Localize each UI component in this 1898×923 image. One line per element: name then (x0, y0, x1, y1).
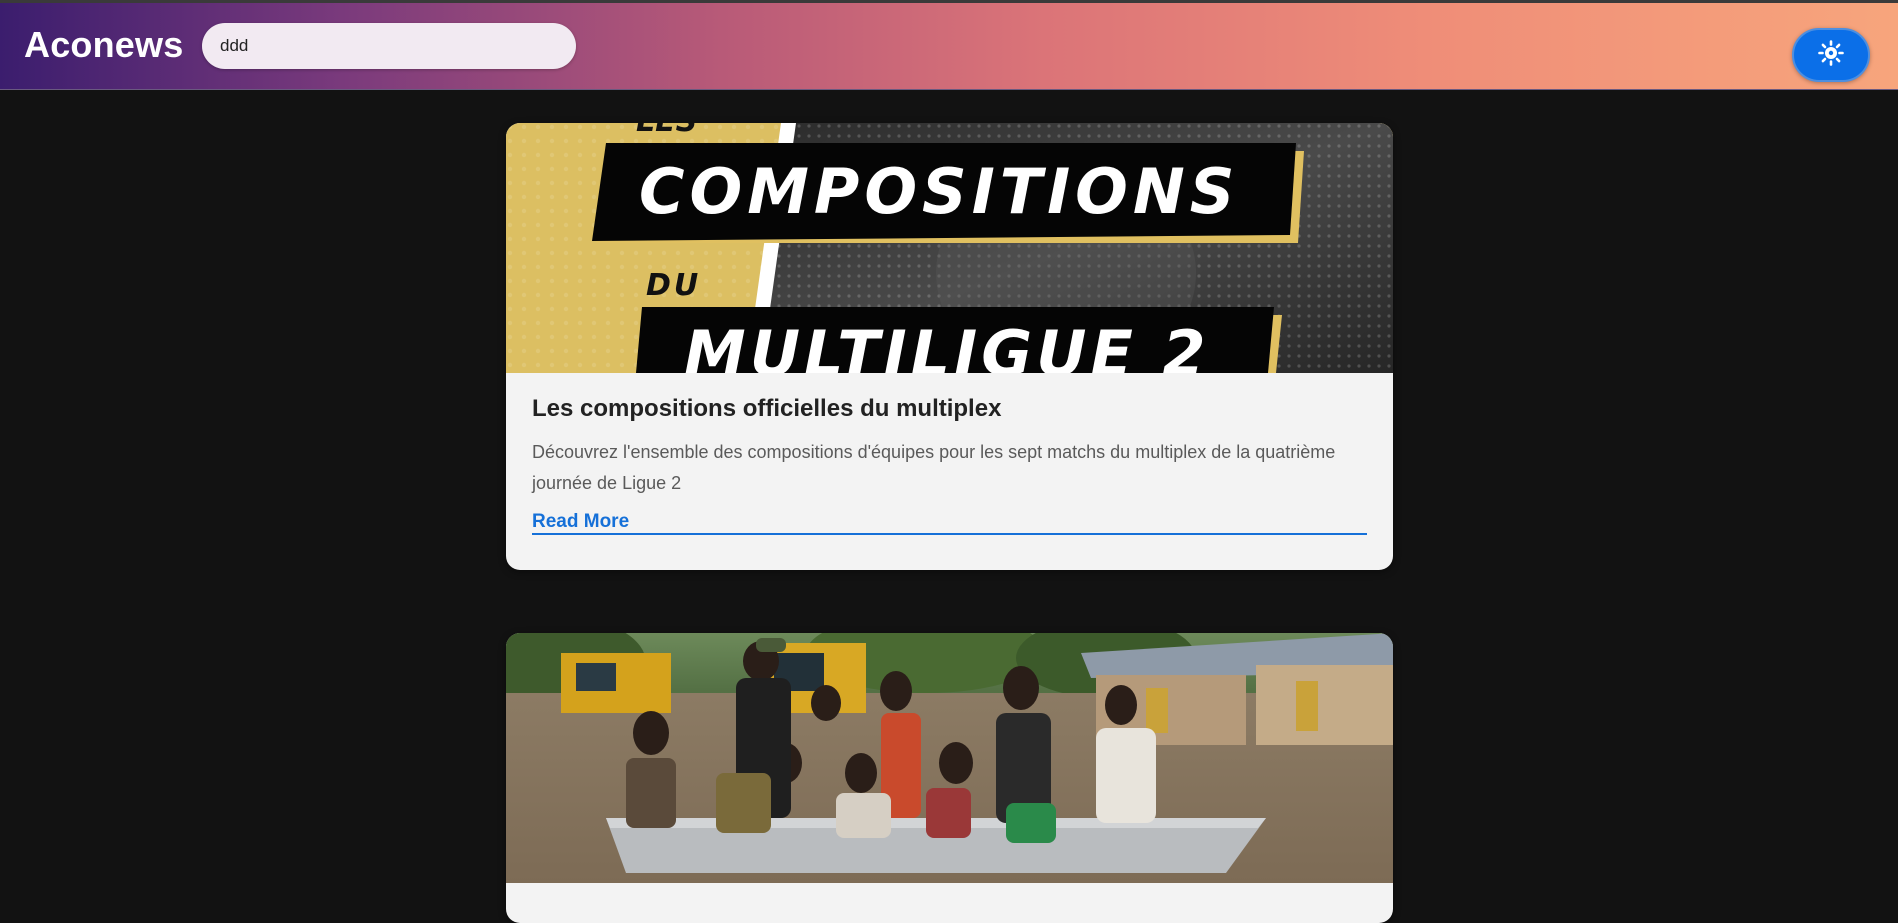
thumb-text-compositions: COMPOSITIONS (639, 155, 1239, 228)
thumb-text-les: LES (636, 123, 697, 139)
app-header: Aconews (0, 3, 1898, 90)
article-image[interactable] (506, 633, 1393, 883)
article-image[interactable]: LES COMPOSITIONS DU MULTILIGUE 2 (506, 123, 1393, 373)
thumb-text-du: DU (646, 268, 701, 303)
article-card (506, 633, 1393, 923)
article-title: Les compositions officielles du multiple… (532, 395, 1002, 422)
theme-toggle-button[interactable] (1792, 28, 1870, 82)
article-description: Découvrez l'ensemble des compositions d'… (532, 442, 1336, 493)
sun-icon (1818, 39, 1844, 71)
article-card: LES COMPOSITIONS DU MULTILIGUE 2 Les com… (506, 123, 1393, 570)
app-logo[interactable]: Aconews (24, 24, 183, 66)
read-more-link[interactable]: Read More (532, 511, 1367, 535)
thumb-text-multiligue: MULTILIGUE 2 (684, 317, 1210, 373)
search-input[interactable] (202, 23, 576, 69)
